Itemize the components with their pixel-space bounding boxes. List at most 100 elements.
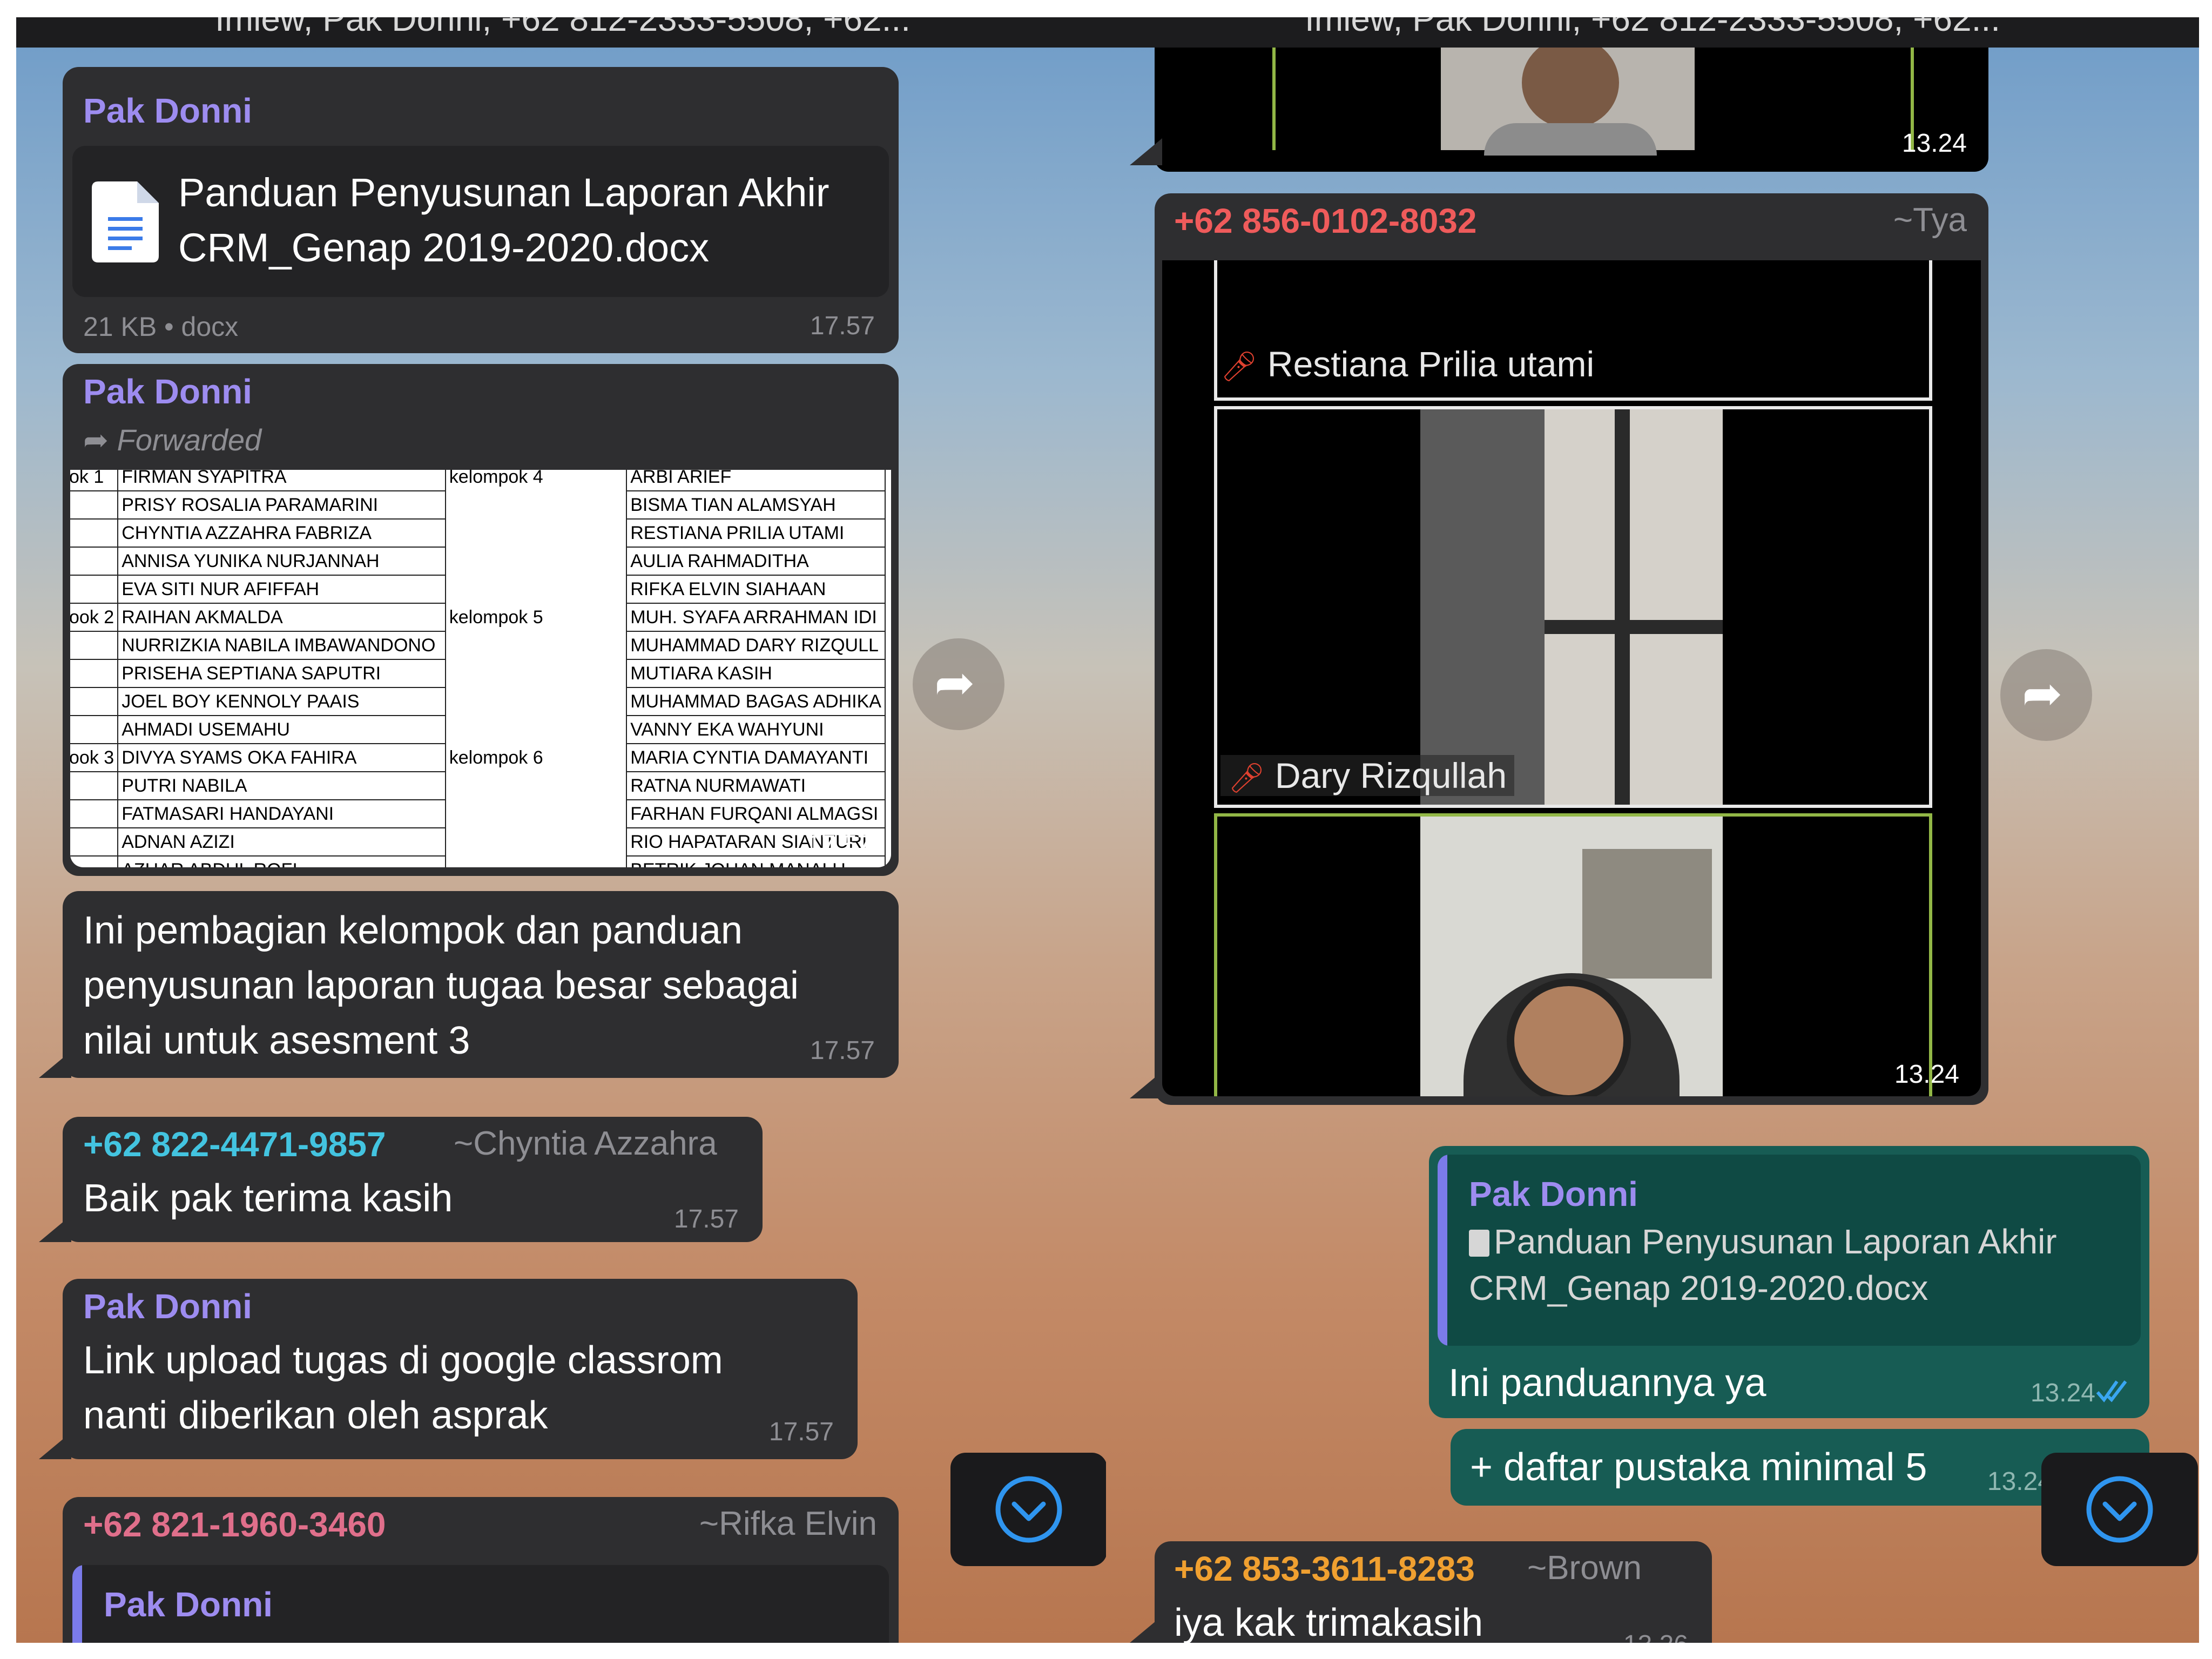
table-row: ok 1 FIRMAN SYAPITRA kelompok 4 ARBI ARIEF (70, 470, 886, 491)
forwarded-label: ➦ Forwarded (83, 423, 262, 457)
table-row: PUTRI NABILA RATNA NURMAWATI (70, 771, 886, 800)
chat-header-subtitle: Imlew, Pak Donni, +62 812-2333-5508, +62… (215, 17, 911, 38)
text-message-bubble[interactable]: +62 853-3611-8283 ~Brown iya kak trimaka… (1155, 1541, 1712, 1643)
file-meta: 21 KB • docx (83, 312, 239, 342)
quote-bar (1438, 1155, 1447, 1346)
table-cell: FIRMAN SYAPITRA (117, 470, 446, 491)
quoted-file-message[interactable]: Pak Donni Panduan Penyusunan Laporan Akh… (1438, 1155, 2141, 1346)
table-cell (446, 828, 626, 856)
quoted-message[interactable]: Pak Donni Link upload tugas di google cl… (72, 1565, 889, 1643)
message-time: 17.57 (806, 831, 872, 859)
table-cell: RATNA NURMAWATI (626, 771, 886, 800)
bubble-tail (39, 1051, 71, 1078)
forward-button[interactable]: ➦ (913, 638, 1004, 730)
muted-mic-icon: 🎤︎ (1228, 762, 1265, 794)
reply-message-bubble[interactable]: +62 821-1960-3460 ~Rifka Elvin Pak Donni… (63, 1497, 899, 1643)
table-row: AZHAR ABDUL ROFIBETRIK JOHAN MANALU (70, 855, 886, 867)
text-message-bubble[interactable]: Ini pembagian kelompok dan panduan penyu… (63, 891, 899, 1078)
message-text: Ini pembagian kelompok dan panduan penyu… (83, 909, 799, 1062)
table-cell: ook 3 (70, 743, 119, 772)
table-cell (70, 771, 119, 800)
text-message-bubble[interactable]: Pak Donni Link upload tugas di google cl… (63, 1279, 858, 1459)
table-row: EVA SITI NUR AFIFFAH RIFKA ELVIN SIAHAAN (70, 575, 886, 604)
table-cell: RAIHAN AKMALDA (117, 603, 446, 632)
message-text: Link upload tugas di google classrom nan… (83, 1339, 723, 1437)
file-name: Panduan Penyusunan Laporan Akhir CRM_Gen… (178, 170, 830, 270)
sender-name[interactable]: +62 853-3611-8283 (1174, 1549, 1475, 1589)
table-cell (446, 856, 626, 867)
table-cell: JOEL BOY KENNOLY PAAIS (117, 687, 446, 716)
message-time: 13.24 (1901, 129, 1967, 158)
text-message-bubble[interactable]: +62 822-4471-9857 ~Chyntia Azzahra Baik … (63, 1117, 763, 1242)
bubble-tail (1130, 138, 1162, 165)
group-table: ok 1 FIRMAN SYAPITRA kelompok 4 ARBI ARIEF P… (70, 470, 886, 867)
table-cell (70, 855, 119, 867)
message-time: 13.24 (1894, 1060, 1959, 1089)
chat-header: Imlew, Pak Donni, +62 812-2333-5508, +62… (1106, 17, 2199, 48)
chevron-down-circle-icon (2086, 1476, 2153, 1543)
table-cell (446, 772, 626, 800)
document-icon (1469, 1230, 1489, 1257)
quote-bar (72, 1565, 82, 1643)
table-cell: AULIA RAHMADITHA (626, 547, 886, 576)
table-cell: EVA SITI NUR AFIFFAH (117, 575, 446, 604)
table-row: NURRIZKIA NABILA IMBAWANDONO MUHAMMAD DAR… (70, 631, 886, 660)
table-cell: ARBI ARIEF (626, 470, 886, 491)
participant-tile: 🎤︎ Restiana Prilia utami (1214, 260, 1932, 401)
message-time: 13.24 (2030, 1379, 2095, 1407)
forward-button[interactable]: ➦ (2000, 649, 2092, 741)
window-bar (1615, 409, 1630, 805)
sender-alias: ~Chyntia Azzahra (454, 1125, 717, 1162)
scroll-to-bottom-button[interactable] (950, 1453, 1107, 1566)
table-cell: kelompok 6 (449, 747, 543, 768)
forward-arrow-icon: ➦ (83, 423, 109, 457)
file-message-bubble[interactable]: Pak Donni Panduan Penyusunan Laporan Akh… (63, 67, 899, 353)
table-cell: kelompok 4 (449, 470, 543, 487)
video-call-image[interactable]: 13.24 (1155, 48, 1988, 172)
video-message-bubble[interactable]: +62 856-0102-8032 ~Tya 🎤︎ Restiana Prili… (1155, 193, 1988, 1105)
table-cell (70, 518, 119, 548)
sender-name[interactable]: +62 822-4471-9857 (83, 1124, 386, 1164)
table-cell: MUTIARA KASIH (626, 659, 886, 688)
file-attachment[interactable]: Panduan Penyusunan Laporan Akhir CRM_Gen… (72, 146, 889, 297)
spreadsheet-image[interactable]: ok 1 FIRMAN SYAPITRA kelompok 4 ARBI ARIEF P… (70, 470, 891, 867)
video-call-screenshot[interactable]: 🎤︎ Restiana Prilia utami 🎤︎ Dary Rizqull… (1162, 260, 1981, 1096)
table-cell (70, 827, 119, 857)
scroll-to-bottom-button[interactable] (2041, 1453, 2198, 1566)
table-cell (446, 659, 626, 687)
sender-name[interactable]: Pak Donni (83, 1286, 252, 1326)
outgoing-message-bubble[interactable]: Pak Donni Panduan Penyusunan Laporan Akh… (1429, 1146, 2149, 1418)
sender-alias: ~Tya (1893, 201, 1967, 239)
table-cell (446, 575, 626, 603)
sender-alias: ~Rifka Elvin (699, 1505, 877, 1542)
file-size: 21 KB (83, 312, 157, 342)
table-cell: MARIA CYNTIA DAMAYANTI (626, 743, 886, 772)
table-cell (70, 547, 119, 576)
table-cell: RESTIANA PRILIA UTAMI (626, 518, 886, 548)
sender-name[interactable]: +62 821-1960-3460 (83, 1505, 386, 1545)
window-frame (1545, 409, 1723, 805)
bubble-tail (1130, 1071, 1162, 1098)
camera-feed (1420, 817, 1723, 1096)
sender-name[interactable]: +62 856-0102-8032 (1174, 201, 1477, 241)
video-participant-frame (1441, 48, 1695, 156)
table-cell (70, 799, 119, 828)
quote-text: Panduan Penyusunan Laporan Akhir CRM_Gen… (1469, 1222, 2057, 1307)
table-cell (446, 491, 626, 519)
double-check-icon (2096, 1380, 2127, 1402)
table-cell: AZHAR ABDUL ROFI (117, 855, 446, 867)
table-row: PRISEHA SEPTIANA SAPUTRI MUTIARA KASIH (70, 659, 886, 688)
sender-name[interactable]: Pak Donni (83, 372, 252, 412)
chat-pane-left: Imlew, Pak Donni, +62 812-2333-5508, +62… (16, 17, 1109, 1643)
forwarded-image-bubble[interactable]: Pak Donni ➦ Forwarded ok 1 FIRMAN SYAPITR… (63, 364, 899, 876)
chat-header: Imlew, Pak Donni, +62 812-2333-5508, +62… (16, 17, 1109, 48)
table-row: JOEL BOY KENNOLY PAAIS MUHAMMAD BAGAS ADH… (70, 687, 886, 716)
table-cell: FARHAN FURQANI ALMAGSI (626, 799, 886, 828)
table-cell: NURRIZKIA NABILA IMBAWANDONO (117, 631, 446, 660)
quote-sender: Pak Donni (1469, 1175, 1638, 1213)
sender-name[interactable]: Pak Donni (83, 91, 252, 131)
participant-name: 🎤︎ Dary Rizqullah (1220, 755, 1515, 796)
table-cell (446, 800, 626, 828)
window-bar (1545, 620, 1723, 634)
table-cell (446, 547, 626, 575)
